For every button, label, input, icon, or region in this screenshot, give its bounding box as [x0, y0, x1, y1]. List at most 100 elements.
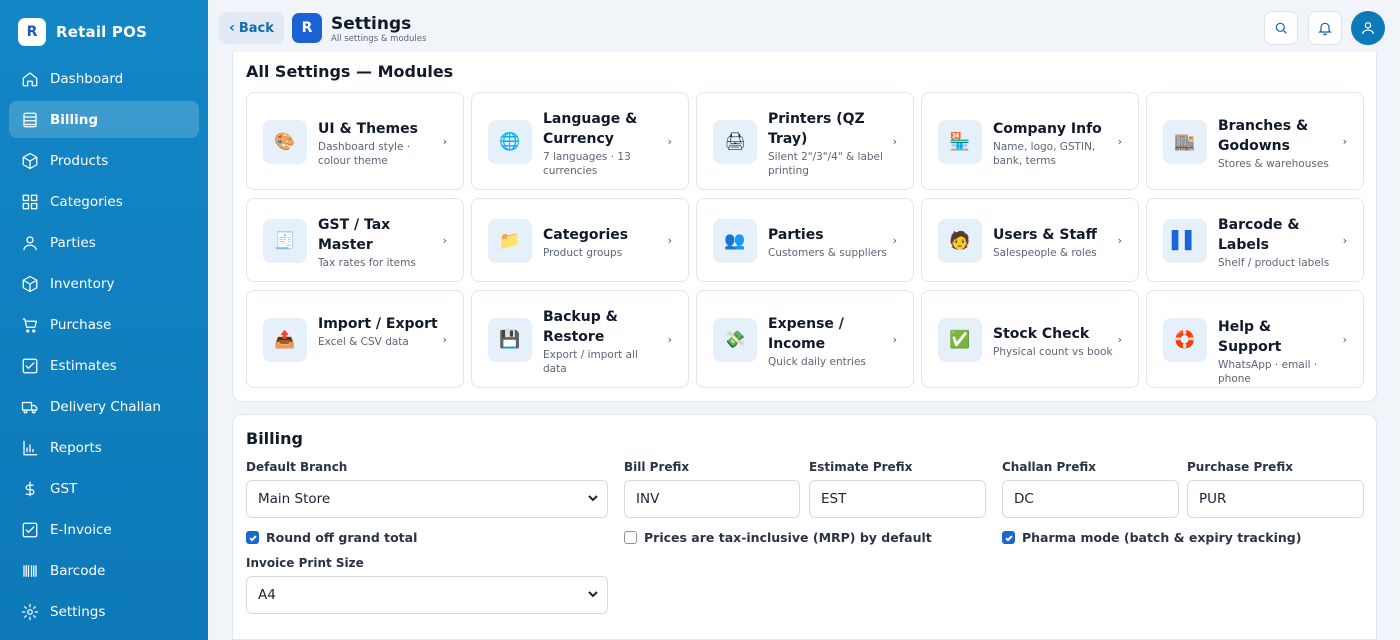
sidebar-item-label: Parties	[50, 234, 96, 251]
module-card-import-export[interactable]: 📤 Import / Export Excel & CSV data ›	[246, 290, 464, 388]
avatar[interactable]	[1351, 11, 1385, 45]
card-subtitle: Export / import all data	[543, 349, 638, 375]
back-label: Back	[238, 20, 274, 36]
challan-prefix-input[interactable]: DC	[1002, 480, 1179, 518]
search-icon	[1275, 22, 1287, 34]
card-title: Branches & Godowns	[1218, 118, 1309, 154]
sidebar-item-label: Barcode	[50, 562, 106, 579]
print-size-select[interactable]: A4	[246, 576, 608, 614]
box-icon	[22, 152, 38, 169]
sidebar-item-label: Settings	[50, 603, 106, 620]
brand[interactable]: R Retail POS	[0, 0, 208, 64]
checkbox-unchecked-icon	[624, 531, 637, 544]
tax-inclusive-checkbox[interactable]: Prices are tax-inclusive (MRP) by defaul…	[624, 530, 932, 545]
module-card-printers[interactable]: 🖨 Printers (QZ Tray) Silent 2"/3"/4" & la…	[696, 92, 914, 190]
lifebuoy-icon: 🛟	[1163, 318, 1207, 362]
chevron-right-icon: ›	[442, 234, 447, 247]
card-title: Users & Staff	[993, 227, 1097, 243]
invoice-icon	[22, 522, 38, 537]
home-icon	[22, 71, 38, 86]
card-subtitle: Dashboard style · colour theme	[318, 141, 411, 167]
module-card-categories[interactable]: 📁 Categories Product groups ›	[471, 198, 689, 282]
round-off-checkbox[interactable]: Round off grand total	[246, 530, 417, 545]
challan-prefix-value: DC	[1014, 491, 1034, 507]
card-title: Barcode & Labels	[1218, 217, 1300, 253]
chevron-left-icon: ‹	[229, 20, 235, 36]
default-branch-select[interactable]: Main Store	[246, 480, 608, 518]
module-card-language-currency[interactable]: 🌐 Language & Currency 7 languages · 13 cu…	[471, 92, 689, 190]
barcode-icon	[23, 564, 37, 577]
sidebar-item-categories[interactable]: Categories	[9, 183, 199, 220]
sidebar-item-label: GST	[50, 480, 78, 497]
sidebar-item-barcode[interactable]: Barcode	[9, 552, 199, 589]
sidebar-item-reports[interactable]: Reports	[9, 429, 199, 466]
card-title: Language & Currency	[543, 111, 638, 147]
sidebar-item-settings[interactable]: Settings	[9, 593, 199, 630]
sidebar-item-label: Purchase	[50, 316, 112, 333]
module-card-backup-restore[interactable]: 💾 Backup & Restore Export / import all da…	[471, 290, 689, 388]
module-card-company-info[interactable]: 🏪 Company Info Name, logo, GSTIN, bank, t…	[921, 92, 1139, 190]
sidebar-item-label: Delivery Challan	[50, 398, 161, 415]
module-card-parties[interactable]: 👥 Parties Customers & suppliers ›	[696, 198, 914, 282]
user-icon	[23, 235, 37, 250]
module-card-ui-themes[interactable]: 🎨 UI & Themes Dashboard style · colour th…	[246, 92, 464, 190]
sidebar-item-parties[interactable]: Parties	[9, 224, 199, 261]
page-title: Settings	[331, 14, 412, 34]
notifications-button[interactable]	[1308, 11, 1342, 45]
sidebar-item-label: E-Invoice	[50, 521, 112, 538]
rupee-icon	[25, 481, 35, 496]
module-card-barcode-labels[interactable]: ▌▌ Barcode & Labels Shelf / product label…	[1146, 198, 1364, 282]
card-subtitle: Tax rates for items	[318, 257, 416, 269]
billing-icon	[23, 112, 37, 127]
checkbox-checked-icon	[1002, 531, 1015, 544]
back-button[interactable]: ‹ Back	[219, 12, 284, 44]
estimate-prefix-input[interactable]: EST	[809, 480, 986, 518]
chevron-down-icon	[587, 492, 599, 504]
card-title: Import / Export	[318, 316, 438, 332]
sidebar-item-estimates[interactable]: Estimates	[9, 347, 199, 384]
sidebar-item-label: Categories	[50, 193, 123, 210]
sidebar-item-billing[interactable]: Billing	[9, 101, 199, 138]
floppy-icon: 💾	[488, 318, 532, 362]
card-subtitle: Shelf / product labels	[1218, 257, 1330, 269]
sidebar-item-gst[interactable]: GST	[9, 470, 199, 507]
sidebar-item-purchase[interactable]: Purchase	[9, 306, 199, 343]
sidebar-item-products[interactable]: Products	[9, 142, 199, 179]
module-card-users-staff[interactable]: 🧑 Users & Staff Salespeople & roles ›	[921, 198, 1139, 282]
estimate-prefix-label: Estimate Prefix	[809, 460, 913, 474]
module-card-gst-tax[interactable]: 🧾 GST / Tax Master Tax rates for items ›	[246, 198, 464, 282]
money-icon: 💸	[713, 318, 757, 362]
card-subtitle: Name, logo, GSTIN, bank, terms	[993, 141, 1096, 167]
bill-prefix-input[interactable]: INV	[624, 480, 800, 518]
chevron-down-icon	[587, 588, 599, 600]
sidebar-item-delivery-challan[interactable]: Delivery Challan	[9, 388, 199, 425]
purchase-prefix-input[interactable]: PUR	[1187, 480, 1364, 518]
sidebar-item-label: Inventory	[50, 275, 115, 292]
module-card-branches-godowns[interactable]: 🏬 Branches & Godowns Stores & warehouses …	[1146, 92, 1364, 190]
sidebar-item-label: Billing	[50, 111, 99, 128]
challan-prefix-label: Challan Prefix	[1002, 460, 1096, 474]
barcode-icon: ▌▌	[1163, 219, 1207, 263]
page-subtitle: All settings & modules	[331, 34, 427, 44]
module-card-expense-income[interactable]: 💸 Expense / Income Quick daily entries ›	[696, 290, 914, 388]
module-card-stock-check[interactable]: ✅ Stock Check Physical count vs book ›	[921, 290, 1139, 388]
sidebar-item-e-invoice[interactable]: E-Invoice	[9, 511, 199, 548]
card-title: Categories	[543, 227, 629, 243]
search-button[interactable]	[1264, 11, 1298, 45]
chevron-right-icon: ›	[442, 135, 447, 148]
check-icon: ✅	[938, 318, 982, 362]
chevron-right-icon: ›	[442, 333, 447, 346]
modules-panel: All Settings — Modules 🎨 UI & Themes Dash…	[232, 52, 1377, 402]
bill-prefix-value: INV	[636, 491, 660, 507]
folder-icon: 📁	[488, 219, 532, 263]
sidebar-item-dashboard[interactable]: Dashboard	[9, 60, 199, 97]
card-title: UI & Themes	[318, 121, 418, 137]
gear-icon	[21, 603, 39, 620]
module-card-help-support[interactable]: 🛟 Help & Support WhatsApp · email · phone…	[1146, 290, 1364, 388]
billing-panel: Billing Default Branch Main Store Bill P…	[232, 414, 1377, 640]
pharma-mode-checkbox[interactable]: Pharma mode (batch & expiry tracking)	[1002, 530, 1301, 545]
sidebar-item-inventory[interactable]: Inventory	[9, 265, 199, 302]
card-title: Company Info	[993, 121, 1102, 137]
card-subtitle: WhatsApp · email · phone	[1218, 359, 1318, 385]
chevron-right-icon: ›	[667, 333, 672, 346]
